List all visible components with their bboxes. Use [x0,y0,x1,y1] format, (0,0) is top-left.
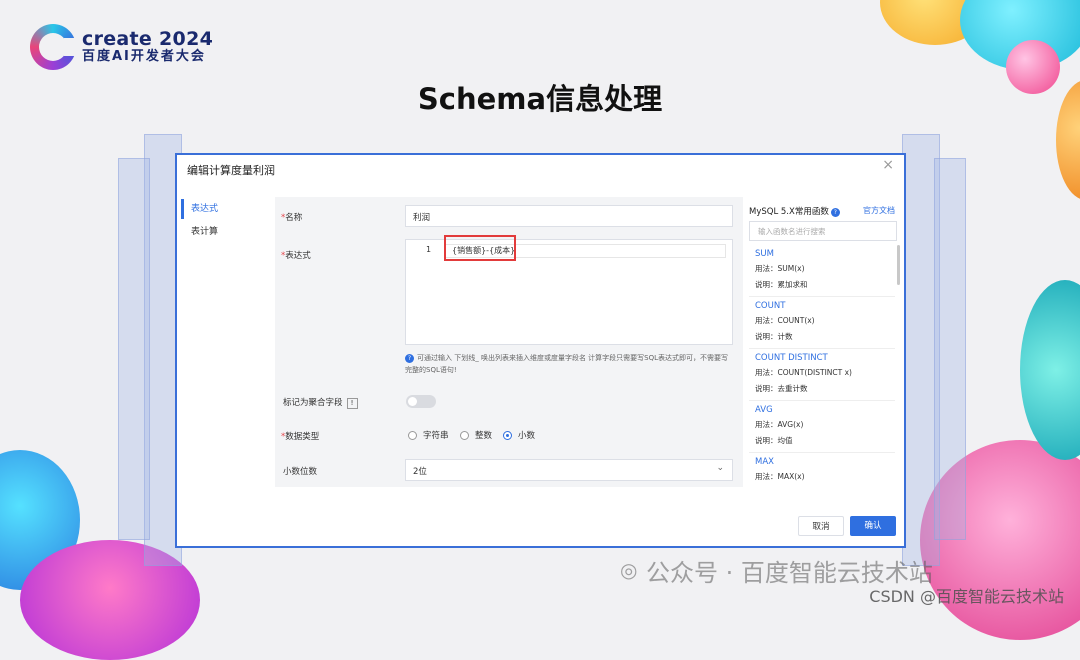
sidebar-item-table-calc[interactable]: 表计算 [181,222,273,242]
create-logo-icon [30,24,78,70]
cancel-button[interactable]: 取消 [798,516,844,536]
radio-decimal[interactable]: 小数 [503,429,535,441]
sidebar-item-expression[interactable]: 表达式 [181,199,273,219]
name-input[interactable]: 利润 [405,205,733,227]
watermark-csdn: CSDN @百度智能云技术站 [869,587,1064,606]
radio-circle-selected [503,430,512,440]
backdrop-panel-right-inner [934,158,966,540]
aggregate-toggle[interactable] [406,395,436,408]
radio-string[interactable]: 字符串 [408,429,449,441]
expression-highlight-box [444,235,516,261]
backdrop-panel-left-inner [118,158,150,540]
function-description: 说明：计数 [755,332,793,341]
toggle-knob [408,397,417,406]
function-usage: 用法：COUNT(DISTINCT x) [755,368,852,377]
data-type-label: *数据类型 [281,432,320,442]
page-title: Schema信息处理 [417,82,663,116]
function-item[interactable]: COUNT 用法：COUNT(x) 说明：计数 [749,297,895,349]
dialog-title: 编辑计算度量利润 [187,164,275,177]
line-number: 1 [426,245,432,254]
expression-hint: ? 可通过输入 下划线_ 唤出列表来插入维度或度量字段名 计算字段只需要写SQL表… [405,354,729,374]
info-icon: ! [346,398,358,409]
help-icon: ? [405,354,414,363]
brand-title: create 2024 [82,28,214,50]
aggregate-label: 标记为聚合字段! [283,396,358,409]
wechat-icon: ◎ [620,558,638,582]
function-item[interactable]: SUM 用法：SUM(x) 说明：累加求和 [749,245,895,297]
decimal-places-select[interactable]: 2位 ⌄ [405,459,733,481]
official-docs-link[interactable]: 官方文档 [863,205,895,216]
function-usage: 用法：MAX(x) [755,472,805,481]
function-name: SUM [755,249,774,259]
function-description: 说明：去重计数 [755,384,808,393]
radio-integer[interactable]: 整数 [460,429,492,441]
brand-logo: create 2024 百度AI开发者大会 [30,24,213,70]
function-usage: 用法：COUNT(x) [755,316,815,325]
function-name: AVG [755,405,773,415]
edit-measure-dialog: 编辑计算度量利润 × 表达式 表计算 *名称 利润 *表达式 1 {销售额}-{… [175,153,906,548]
radio-circle [460,430,469,440]
decimal-places-label: 小数位数 [283,467,318,477]
function-description: 说明：均值 [755,436,793,445]
function-item[interactable]: AVG 用法：AVG(x) 说明：均值 [749,401,895,453]
function-list: SUM 用法：SUM(x) 说明：累加求和 COUNT 用法：COUNT(x) 说明：计数… [749,245,895,483]
function-item[interactable]: COUNT DISTINCT 用法：COUNT(DISTINCT x) 说明：去重计… [749,349,895,401]
form-area: *名称 利润 *表达式 1 {销售额}-{成本} ? 可通过输入 下划线_ 唤出列… [275,197,743,487]
function-name: MAX [755,457,774,467]
confirm-button[interactable]: 确认 [850,516,896,536]
close-icon[interactable]: × [882,157,894,173]
function-name: COUNT [755,301,786,311]
function-description: 说明：累加求和 [755,280,808,289]
brand-subtitle: 百度AI开发者大会 [82,49,206,64]
function-search-input[interactable]: 输入函数名进行搜索 [749,221,897,241]
expression-label: *表达式 [281,251,311,261]
scrollbar[interactable] [897,245,900,285]
chevron-down-icon: ⌄ [716,463,724,473]
function-panel: MySQL 5.X常用函数? 官方文档 输入函数名进行搜索 SUM 用法：SUM(… [743,197,901,487]
dialog-sidebar: 表达式 表计算 [181,197,273,487]
decor-blob-teal-right [1020,280,1080,460]
function-usage: 用法：AVG(x) [755,420,804,429]
help-icon[interactable]: ? [830,208,840,217]
function-panel-title: MySQL 5.X常用函数? [749,205,840,217]
name-label: *名称 [281,213,303,223]
function-usage: 用法：SUM(x) [755,264,805,273]
radio-circle [408,430,417,440]
function-name: COUNT DISTINCT [755,353,828,363]
function-item[interactable]: MAX 用法：MAX(x) [749,453,895,483]
